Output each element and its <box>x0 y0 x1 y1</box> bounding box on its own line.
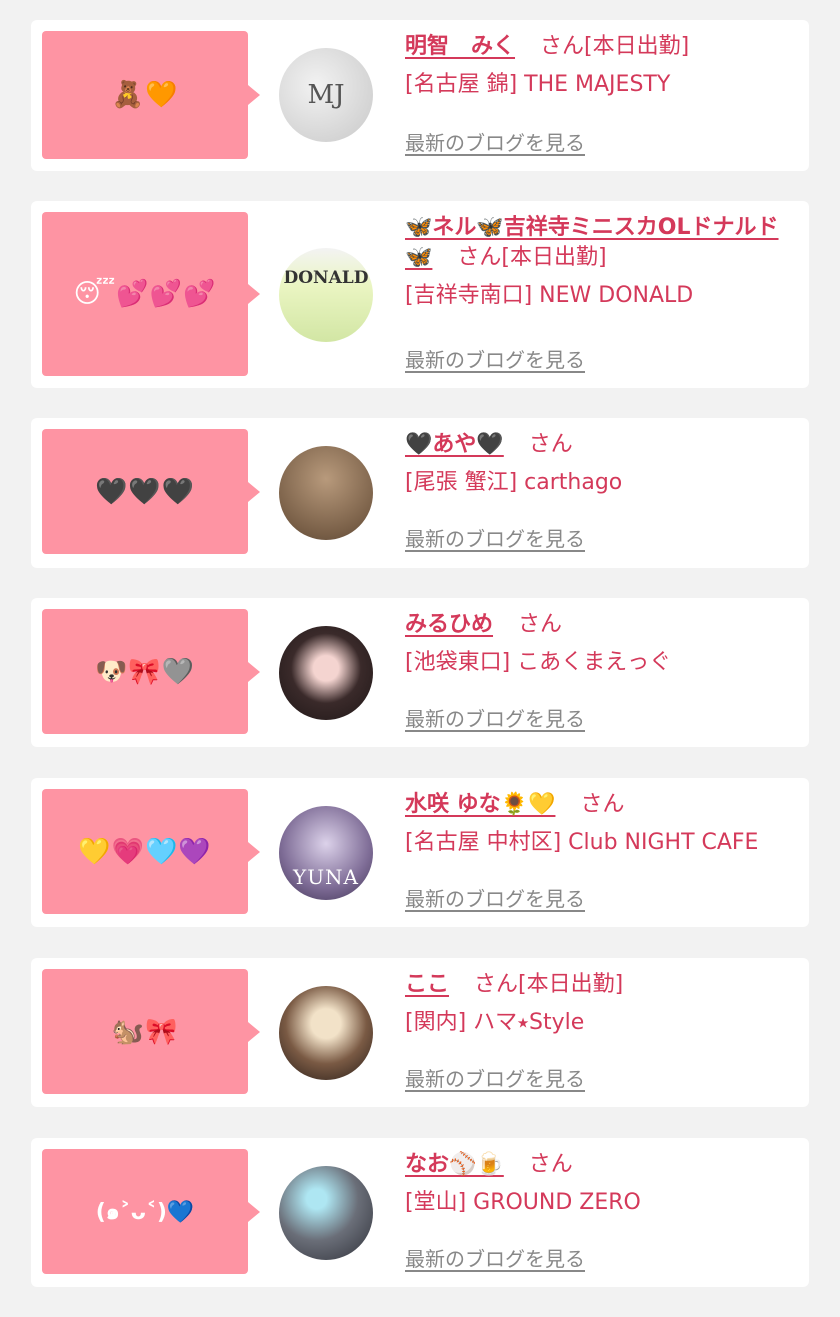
message-bubble: 😴💕💕💕 <box>42 212 260 376</box>
bubble-message: 🖤🖤🖤 <box>94 476 196 507</box>
latest-blog-link[interactable]: 最新のブログを見る <box>405 1243 585 1272</box>
avatar-mark: DONALD <box>283 268 369 288</box>
avatar[interactable]: YUNA <box>279 806 373 900</box>
message-bubble: 🧸🧡 <box>42 31 260 159</box>
blog-card: 💛💗🩵💜 YUNA 水咲 ゆな🌻💛 さん [名古屋 中村区] Club NIGH… <box>31 778 809 927</box>
shop-info: [吉祥寺南口] NEW DONALD <box>405 283 694 308</box>
avatar[interactable]: MJ <box>279 48 373 142</box>
honorific: さん <box>528 432 573 457</box>
avatar[interactable] <box>279 1166 373 1260</box>
blog-card: (๑˃ᴗ˂)💙 なお⚾🍺 さん [堂山] GROUND ZERO 最新のブログを… <box>31 1138 809 1287</box>
avatar-mark: YUNA <box>292 865 359 889</box>
latest-blog-link[interactable]: 最新のブログを見る <box>405 523 585 552</box>
honorific: さん <box>540 34 585 59</box>
message-bubble: 🖤🖤🖤 <box>42 429 260 554</box>
message-bubble: 💛💗🩵💜 <box>42 789 260 914</box>
bubble-message: 😴💕💕💕 <box>73 279 217 309</box>
avatar-mark: MJ <box>307 80 345 110</box>
latest-blog-link[interactable]: 最新のブログを見る <box>405 1063 585 1092</box>
girl-name-link[interactable]: 明智 みく <box>405 34 515 59</box>
message-bubble: 🐿️🎀 <box>42 969 260 1094</box>
bubble-message: (๑˃ᴗ˂)💙 <box>95 1200 195 1225</box>
avatar[interactable] <box>279 986 373 1080</box>
blog-card-list: 🧸🧡 MJ 明智 みく さん[本日出勤] [名古屋 錦] THE MAJESTY… <box>0 0 840 1317</box>
girl-name-link[interactable]: みるひめ <box>405 612 493 637</box>
blog-card: 🐶🎀🩶 みるひめ さん [池袋東口] こあくまえっぐ 最新のブログを見る <box>31 598 809 747</box>
honorific: さん <box>457 245 502 270</box>
latest-blog-link[interactable]: 最新のブログを見る <box>405 883 585 912</box>
shop-info: [名古屋 中村区] Club NIGHT CAFE <box>405 830 759 855</box>
attendance-badge: [本日出勤] <box>584 34 690 59</box>
attendance-badge: [本日出勤] <box>501 245 607 270</box>
avatar[interactable] <box>279 626 373 720</box>
honorific: さん <box>474 972 519 997</box>
bubble-message: 🧸🧡 <box>111 80 179 110</box>
latest-blog-link[interactable]: 最新のブログを見る <box>405 703 585 732</box>
message-bubble: (๑˃ᴗ˂)💙 <box>42 1149 260 1274</box>
blog-card: 🖤🖤🖤 🖤あや🖤 さん [尾張 蟹江] carthago 最新のブログを見る <box>31 418 809 568</box>
shop-info: [堂山] GROUND ZERO <box>405 1190 641 1215</box>
blog-card: 🧸🧡 MJ 明智 みく さん[本日出勤] [名古屋 錦] THE MAJESTY… <box>31 20 809 171</box>
bubble-message: 💛💗🩵💜 <box>78 836 212 867</box>
shop-info: [尾張 蟹江] carthago <box>405 470 623 495</box>
honorific: さん <box>518 612 563 637</box>
honorific: さん <box>528 1152 573 1177</box>
honorific: さん <box>580 792 625 817</box>
bubble-message: 🐿️🎀 <box>111 1016 179 1047</box>
shop-info: [名古屋 錦] THE MAJESTY <box>405 72 671 97</box>
girl-name-link[interactable]: 🖤あや🖤 <box>405 432 504 457</box>
avatar[interactable] <box>279 446 373 540</box>
blog-card: 😴💕💕💕 DONALD 🦋ネル🦋吉祥寺ミニスカOLドナルド🦋 さん[本日出勤] … <box>31 201 809 388</box>
latest-blog-link[interactable]: 最新のブログを見る <box>405 127 585 156</box>
latest-blog-link[interactable]: 最新のブログを見る <box>405 344 585 373</box>
attendance-badge: [本日出勤] <box>518 972 624 997</box>
avatar[interactable]: DONALD <box>279 248 373 342</box>
girl-name-link[interactable]: 水咲 ゆな🌻💛 <box>405 792 555 817</box>
blog-card: 🐿️🎀 ここ さん[本日出勤] [関内] ハマ⭑Style 最新のブログを見る <box>31 958 809 1107</box>
shop-info: [関内] ハマ⭑Style <box>405 1010 585 1035</box>
girl-name-link[interactable]: なお⚾🍺 <box>405 1152 504 1177</box>
message-bubble: 🐶🎀🩶 <box>42 609 260 734</box>
bubble-message: 🐶🎀🩶 <box>94 656 196 687</box>
shop-info: [池袋東口] こあくまえっぐ <box>405 650 672 675</box>
girl-name-link[interactable]: ここ <box>405 972 449 997</box>
